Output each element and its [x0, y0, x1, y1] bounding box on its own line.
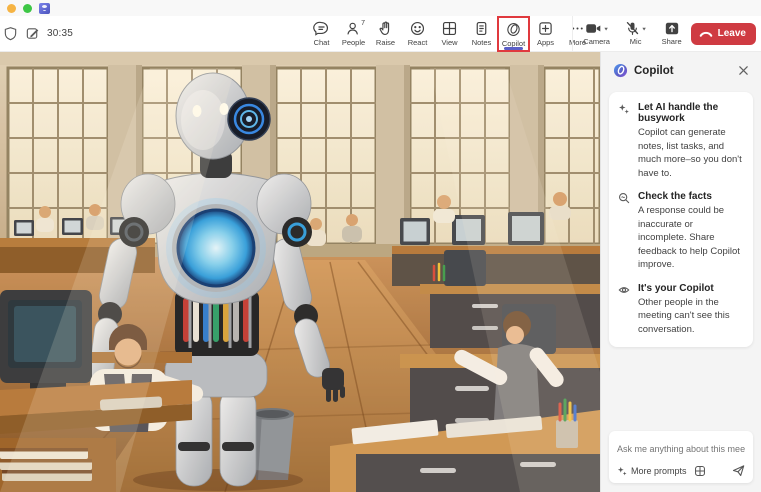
copilot-selected-indicator [504, 47, 523, 50]
leave-label: Leave [717, 28, 746, 39]
mic-label: Mic [629, 37, 642, 46]
apps-label: Apps [536, 38, 555, 47]
raise-hand-icon [377, 20, 394, 37]
people-label: People [341, 38, 366, 47]
tip-privacy: It's your Copilot Other people in the me… [618, 283, 744, 337]
tip-title: Check the facts [638, 191, 712, 202]
camera-label: Camera [583, 37, 610, 46]
chat-label: Chat [313, 38, 330, 47]
more-prompts-button[interactable]: More prompts [617, 466, 687, 476]
share-icon [664, 21, 680, 36]
more-prompts-label: More prompts [631, 465, 687, 476]
share-label: Share [661, 37, 682, 46]
minimize-button[interactable] [7, 3, 16, 13]
eye-off-icon [618, 283, 631, 337]
zoom-button[interactable] [23, 3, 32, 13]
note-edit-icon[interactable] [25, 26, 40, 41]
tip-busywork: Let AI handle the busywork Copilot can g… [618, 102, 744, 180]
people-icon [345, 20, 362, 37]
meeting-stage [0, 52, 600, 492]
sparkles-icon [618, 102, 631, 180]
tip-body: Other people in the meeting can't see th… [638, 296, 730, 335]
raise-label: Raise [375, 38, 396, 47]
meeting-toolbar: 30:35 Chat 7 People Raise React View Not… [0, 15, 761, 52]
view-label: View [441, 38, 458, 47]
copilot-icon [505, 21, 522, 38]
mic-chevron-icon[interactable]: ▾ [642, 25, 646, 32]
copilot-logo-icon [613, 63, 628, 78]
mic-muted-icon [625, 21, 640, 36]
notes-label: Notes [471, 38, 492, 47]
apps-icon [537, 20, 554, 37]
camera-chevron-icon[interactable]: ▾ [604, 25, 608, 32]
notes-button[interactable]: Notes [466, 17, 497, 51]
search-icon [618, 191, 631, 272]
view-icon [441, 20, 458, 37]
notes-icon [473, 20, 490, 37]
copilot-input[interactable] [617, 444, 745, 454]
raise-hand-button[interactable]: Raise [370, 17, 401, 51]
meeting-stage-image [0, 52, 600, 492]
react-label: React [407, 38, 428, 47]
tip-title: Let AI handle the busywork [638, 102, 719, 124]
send-icon[interactable] [732, 464, 745, 477]
prompt-gallery-icon[interactable] [694, 465, 706, 477]
panel-title: Copilot [634, 64, 674, 77]
window-titlebar [0, 0, 761, 16]
mic-button[interactable]: ▾ Mic [619, 21, 653, 46]
copilot-tips-card: Let AI handle the busywork Copilot can g… [609, 92, 753, 347]
chat-icon [313, 20, 330, 37]
leave-button[interactable]: Leave [690, 22, 756, 45]
people-button[interactable]: 7 People [338, 17, 369, 51]
react-icon [409, 20, 426, 37]
chat-button[interactable]: Chat [306, 17, 337, 51]
react-button[interactable]: React [402, 17, 433, 51]
shield-icon[interactable] [3, 26, 18, 41]
camera-button[interactable]: ▾ Camera [580, 21, 614, 46]
camera-icon [585, 21, 602, 36]
share-button[interactable]: Share [658, 21, 686, 46]
tip-body: Copilot can generate notes, list tasks, … [638, 127, 742, 179]
people-count-badge: 7 [361, 19, 365, 27]
meeting-timer: 30:35 [47, 28, 74, 39]
tip-body: A response could be inaccurate or incomp… [638, 205, 740, 270]
hangup-icon [699, 30, 713, 38]
tip-facts: Check the facts A response could be inac… [618, 191, 744, 272]
copilot-button[interactable]: Copilot [497, 15, 530, 52]
apps-button[interactable]: Apps [530, 17, 561, 51]
copilot-composer: More prompts [609, 431, 753, 483]
sparkle-icon [617, 466, 627, 476]
teams-logo-icon [39, 2, 50, 14]
tip-title: It's your Copilot [638, 282, 714, 294]
view-button[interactable]: View [434, 17, 465, 51]
close-panel-button[interactable] [736, 63, 751, 78]
copilot-panel: Copilot Let AI handle the busywork Copil… [600, 52, 761, 492]
copilot-panel-header: Copilot [601, 52, 761, 86]
